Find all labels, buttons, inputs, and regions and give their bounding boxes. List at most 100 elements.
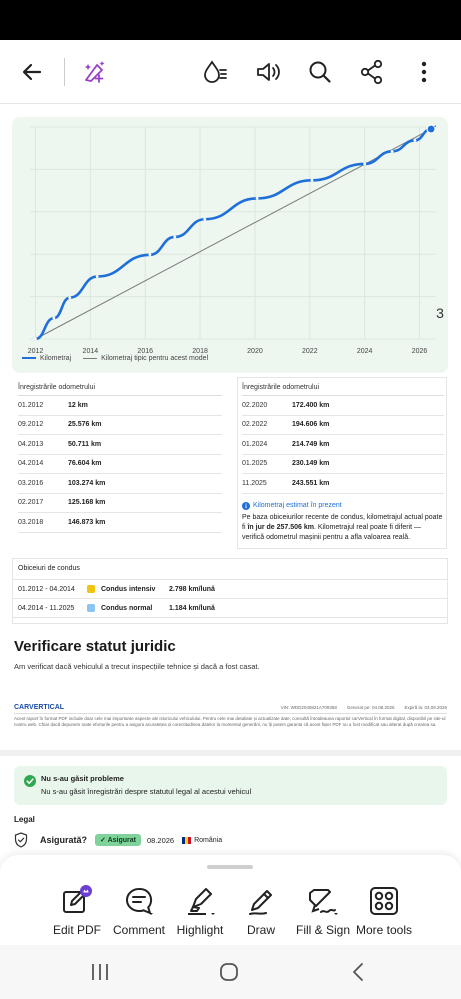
odometer-date: 03.2018 bbox=[18, 518, 44, 526]
habit-row: 01.2012 - 04.2014 Condus intensiv 2.798 km… bbox=[12, 580, 448, 599]
data-point bbox=[34, 337, 37, 341]
more-icon[interactable] bbox=[408, 56, 440, 88]
data-point bbox=[148, 253, 152, 257]
odometer-km: 243.551 km bbox=[292, 479, 330, 487]
odometer-row: 01.2012 12 km bbox=[18, 396, 222, 416]
odometer-row: 11.2025 243.551 km bbox=[242, 474, 444, 494]
home-icon[interactable] bbox=[219, 962, 239, 982]
tool-more-tools[interactable]: More tools bbox=[344, 881, 424, 941]
estimate-title: Kilometraj estimat în prezent bbox=[253, 502, 342, 509]
legal-heading: Legal bbox=[14, 815, 35, 824]
data-point bbox=[52, 316, 56, 320]
mileage-chart-svg: 2012 2014 2016 2018 2020 2022 2024 2026 bbox=[28, 124, 438, 355]
report-footer: CARVERTICAL VIN: WDD2040821A709358 Gener… bbox=[14, 704, 447, 749]
insured-country: România bbox=[194, 836, 223, 844]
x-tick-label: 2016 bbox=[137, 348, 153, 355]
estimate-text: Pe baza obiceiurilor recente de condus, … bbox=[242, 513, 444, 543]
ai-assistant-icon[interactable] bbox=[79, 56, 111, 88]
insured-badge-text: Asigurat bbox=[107, 837, 136, 844]
data-point bbox=[310, 178, 314, 182]
habit-rate: 1.184 km/lună bbox=[169, 604, 215, 612]
chart-legend: Kilometraj Kilometraj tipic pentru acest… bbox=[22, 355, 208, 362]
app-toolbar bbox=[0, 40, 461, 104]
odometer-date: 02.2020 bbox=[242, 401, 268, 409]
pdf-page[interactable]: 2012 2014 2016 2018 2020 2022 2024 2026 Kilomet… bbox=[0, 105, 461, 855]
search-icon[interactable] bbox=[304, 56, 336, 88]
tool-label-more-tools: More tools bbox=[355, 923, 413, 937]
edit-pdf-icon bbox=[63, 885, 92, 913]
legend-label-typical: Kilometraj tipic pentru acest model bbox=[101, 355, 209, 362]
odometer-date: 02.2022 bbox=[242, 421, 268, 429]
insured-label: Asigurată? bbox=[40, 835, 88, 845]
system-nav-bar bbox=[0, 945, 461, 999]
footer-meta: VIN: WDD2040821A709358 Generat pe: 04.08… bbox=[281, 705, 447, 711]
legend-label-mileage: Kilometraj bbox=[40, 355, 72, 362]
footer-top-row: CARVERTICAL VIN: WDD2040821A709358 Gener… bbox=[14, 704, 447, 714]
data-point bbox=[390, 149, 394, 153]
data-point bbox=[363, 162, 367, 166]
odometer-row: 04.2013 50.711 km bbox=[18, 435, 222, 455]
legal-check-title: Verificare statut juridic bbox=[14, 638, 176, 655]
shield-check-icon bbox=[14, 832, 28, 848]
data-point bbox=[255, 197, 259, 200]
footer-vin: VIN: WDD2040821A709358 bbox=[280, 705, 337, 710]
toolbar-separator bbox=[64, 58, 65, 86]
odometer-date: 11.2025 bbox=[242, 479, 267, 487]
odometer-date: 01.2025 bbox=[242, 460, 268, 468]
drag-handle[interactable] bbox=[207, 865, 253, 869]
odometer-km: 103.274 km bbox=[68, 479, 106, 487]
share-icon[interactable] bbox=[356, 56, 388, 88]
data-point bbox=[95, 275, 99, 278]
romania-flag-icon bbox=[182, 836, 192, 844]
odometer-row: 03.2018 146.873 km bbox=[18, 513, 222, 533]
habit-rate: 2.798 km/lună bbox=[169, 585, 215, 593]
check-circle-icon bbox=[24, 775, 36, 787]
insured-date: 08.2026 bbox=[146, 835, 175, 845]
odometer-table-left: Înregistrările odometrului 01.2012 12 km 0… bbox=[18, 384, 222, 533]
odometer-header-right: Înregistrările odometrului bbox=[242, 384, 444, 396]
habit-period: 04.2014 - 11.2025 bbox=[18, 604, 75, 612]
x-tick-label: 2018 bbox=[192, 348, 208, 355]
more-tools-icon bbox=[370, 887, 398, 915]
page-number: 3 bbox=[436, 305, 444, 321]
odometer-table-right: Înregistrările odometrului 02.2020 172.40… bbox=[242, 384, 444, 543]
odometer-date: 03.2016 bbox=[18, 479, 44, 487]
highlight-icon bbox=[188, 888, 215, 915]
x-tick-label: 2024 bbox=[357, 348, 373, 355]
insurance-row: Asigurată? ✓ Asigurat 08.2026 România bbox=[14, 830, 447, 850]
reading-mode-icon[interactable] bbox=[199, 56, 231, 88]
odometer-km: 146.873 km bbox=[68, 518, 106, 526]
draw-icon bbox=[249, 890, 272, 915]
recent-apps-icon[interactable] bbox=[90, 962, 110, 982]
driving-habits: Obiceiuri de condus 01.2012 - 04.2014 Con… bbox=[12, 561, 448, 618]
status-title: Nu s-au găsit probleme bbox=[41, 774, 124, 783]
habit-color-swatch bbox=[87, 585, 95, 593]
info-icon bbox=[242, 501, 250, 510]
odometer-header-left: Înregistrările odometrului bbox=[18, 384, 222, 396]
odometer-date: 01.2024 bbox=[242, 440, 268, 448]
read-aloud-icon[interactable] bbox=[252, 56, 284, 88]
footer-generated: Generat pe: 04.08.2026 bbox=[346, 705, 395, 710]
odometer-row: 02.2022 194.606 km bbox=[242, 416, 444, 435]
x-tick-label: 2014 bbox=[83, 348, 99, 355]
legal-check-subtitle: Am verificat dacă vehiculul a trecut ins… bbox=[14, 662, 260, 671]
odometer-row: 09.2012 25.576 km bbox=[18, 416, 222, 435]
odometer-km: 194.606 km bbox=[292, 421, 330, 429]
back-arrow-icon[interactable] bbox=[16, 56, 48, 88]
habit-label: Condus normal bbox=[101, 604, 153, 612]
odometer-km: 172.400 km bbox=[292, 401, 330, 409]
x-tick-label: 2012 bbox=[28, 348, 44, 355]
odometer-date: 01.2012 bbox=[18, 401, 44, 409]
data-point bbox=[173, 235, 177, 239]
habit-row: 04.2014 - 11.2025 Condus normal 1.184 km/l… bbox=[12, 599, 448, 618]
odometer-date: 09.2012 bbox=[18, 421, 44, 429]
no-problems-box: Nu s-au găsit probleme Nu s-au găsit înr… bbox=[14, 766, 447, 805]
habit-color-swatch bbox=[87, 604, 95, 612]
estimate-text-bold: în jur de 257.506 km bbox=[247, 523, 314, 531]
page-gap bbox=[0, 750, 461, 756]
footer-expires: Expiră la: 03.09.2026 bbox=[404, 705, 447, 710]
habit-period: 01.2012 - 04.2014 bbox=[18, 585, 75, 593]
odometer-date: 04.2014 bbox=[18, 460, 44, 468]
back-icon[interactable] bbox=[349, 962, 369, 982]
odometer-km: 214.749 km bbox=[292, 440, 330, 448]
